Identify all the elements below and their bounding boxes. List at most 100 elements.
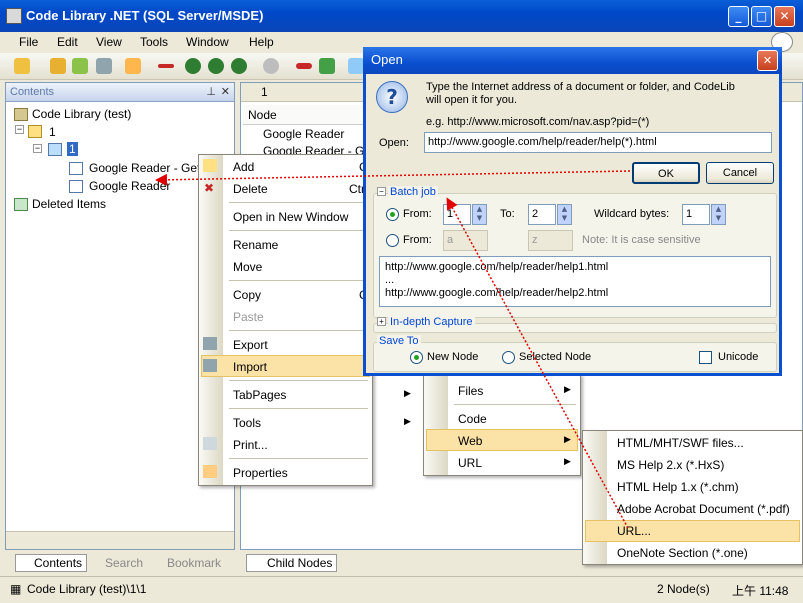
- wildcard-spinner[interactable]: ▲ ▼: [711, 204, 726, 225]
- menu-separator: [229, 202, 368, 203]
- url-preview-list[interactable]: http://www.google.com/help/reader/help1.…: [379, 256, 771, 307]
- menu-view[interactable]: View: [96, 35, 122, 49]
- tree-root[interactable]: Code Library (test): [32, 107, 131, 121]
- menu-separator: [229, 408, 368, 409]
- from-letter-radio[interactable]: [386, 234, 399, 247]
- menu-window[interactable]: Window: [186, 35, 229, 49]
- horizontal-scrollbar[interactable]: [6, 531, 234, 549]
- recycle-icon: [14, 198, 28, 211]
- close-button[interactable]: ✕: [774, 6, 795, 27]
- menu-paste[interactable]: Paste: [233, 310, 264, 324]
- up-icon[interactable]: [231, 58, 247, 74]
- menu-open-new-window[interactable]: Open in New Window: [233, 210, 348, 224]
- collapse-icon[interactable]: −: [15, 125, 24, 134]
- minimize-button[interactable]: _: [728, 6, 749, 27]
- menu-print[interactable]: Print...: [233, 438, 268, 452]
- list-item[interactable]: Google Reader: [263, 127, 344, 141]
- tab-child-nodes[interactable]: Child Nodes: [246, 554, 338, 572]
- tree-leaf-2[interactable]: Google Reader: [89, 179, 170, 193]
- menu-web-pdf[interactable]: Adobe Acrobat Document (*.pdf): [617, 502, 790, 516]
- to-spinner[interactable]: ▲ ▼: [557, 204, 572, 225]
- menu-import-code[interactable]: Code: [458, 412, 487, 426]
- tab-bookmark[interactable]: Bookmark: [151, 556, 221, 570]
- from-letter-field[interactable]: a: [443, 230, 488, 251]
- remove-icon[interactable]: [296, 63, 312, 69]
- menu-web-html[interactable]: HTML/MHT/SWF files...: [617, 436, 744, 450]
- dialog-close-button[interactable]: ✕: [757, 50, 778, 71]
- delete-node-icon[interactable]: [158, 64, 174, 68]
- menu-import-url[interactable]: URL: [458, 456, 482, 470]
- printer-icon: [203, 437, 217, 450]
- from-spinner[interactable]: ▲ ▼: [472, 204, 487, 225]
- menu-web-onenote[interactable]: OneNote Section (*.one): [617, 546, 748, 560]
- menu-separator: [229, 380, 368, 381]
- tree-node-1[interactable]: 1: [49, 125, 56, 139]
- context-menu: Add C ✖ Delete Ctr Open in New Window Re…: [198, 154, 411, 486]
- menu-import-files[interactable]: Files: [458, 384, 483, 398]
- menu-add[interactable]: Add: [233, 160, 254, 174]
- collapse-icon[interactable]: −: [377, 187, 386, 196]
- to-number-field[interactable]: 2: [528, 204, 556, 225]
- contents-panel-header: Contents ⊥ ✕: [6, 83, 234, 102]
- menu-web-mshelp[interactable]: MS Help 2.x (*.HxS): [617, 458, 724, 472]
- tree-leaf-1[interactable]: Google Reader - Gett: [89, 161, 204, 175]
- status-node-count: 2 Node(s): [657, 582, 710, 596]
- menu-web-url[interactable]: URL...: [617, 524, 651, 538]
- save-icon[interactable]: [96, 58, 112, 74]
- maximize-button[interactable]: □: [751, 6, 772, 27]
- menu-gutter: [199, 155, 223, 485]
- panel-close-icon[interactable]: ✕: [221, 85, 230, 98]
- open-folder-icon[interactable]: [50, 58, 66, 74]
- menu-file[interactable]: File: [19, 35, 38, 49]
- from-number-radio[interactable]: [386, 208, 399, 221]
- menu-import-web[interactable]: Web: [458, 434, 482, 448]
- tab-search[interactable]: Search: [89, 556, 143, 570]
- tab-contents[interactable]: Contents: [15, 554, 88, 572]
- pin-icon[interactable]: ⊥: [206, 85, 216, 98]
- menu-help[interactable]: Help: [249, 35, 274, 49]
- menu-rename[interactable]: Rename: [233, 238, 278, 252]
- unicode-checkbox[interactable]: [699, 351, 712, 364]
- menu-gutter: [424, 375, 448, 475]
- document-tab[interactable]: 1: [245, 85, 268, 99]
- batch-job-label: Batch job: [388, 186, 438, 198]
- from-number-field[interactable]: 1: [443, 204, 471, 225]
- menu-properties[interactable]: Properties: [233, 466, 288, 480]
- back-icon[interactable]: [185, 58, 201, 74]
- forward-icon[interactable]: [208, 58, 224, 74]
- new-node-radio[interactable]: [410, 351, 423, 364]
- new-icon[interactable]: [14, 58, 30, 74]
- wildcard-field[interactable]: 1: [682, 204, 710, 225]
- open-url-field[interactable]: http://www.google.com/help/reader/help(*…: [424, 132, 772, 153]
- menu-export[interactable]: Export: [233, 338, 268, 352]
- menu-copy[interactable]: Copy: [233, 288, 261, 302]
- menu-separator: [229, 458, 368, 459]
- expand-icon[interactable]: +: [377, 317, 386, 326]
- tool-icon[interactable]: [348, 58, 364, 74]
- menu-move[interactable]: Move: [233, 260, 262, 274]
- refresh-icon[interactable]: [72, 58, 88, 74]
- menu-edit[interactable]: Edit: [57, 35, 78, 49]
- cancel-button[interactable]: Cancel: [706, 162, 774, 184]
- stop-icon[interactable]: [263, 58, 279, 74]
- menu-delete[interactable]: Delete: [233, 182, 268, 196]
- menu-tools[interactable]: Tools: [140, 35, 168, 49]
- menu-highlight: [201, 355, 370, 377]
- menu-web-chm[interactable]: HTML Help 1.x (*.chm): [617, 480, 739, 494]
- unicode-label: Unicode: [718, 351, 759, 363]
- wildcard-label: Wildcard bytes:: [594, 208, 670, 220]
- menu-import[interactable]: Import: [233, 360, 267, 374]
- column-node: Node: [248, 108, 277, 122]
- to-letter-field[interactable]: z: [528, 230, 573, 251]
- move-icon[interactable]: [319, 58, 335, 74]
- menu-tools[interactable]: Tools: [233, 416, 261, 430]
- menu-gutter: [583, 431, 607, 564]
- menu-tabpages[interactable]: TabPages: [233, 388, 286, 402]
- ok-button[interactable]: OK: [632, 162, 700, 184]
- collapse-icon[interactable]: −: [33, 144, 42, 153]
- selected-node-radio[interactable]: [502, 351, 515, 364]
- question-icon: ?: [376, 81, 408, 113]
- add-node-icon[interactable]: [125, 58, 141, 74]
- tree-node-1-1[interactable]: 1: [67, 142, 78, 156]
- tree-deleted-items[interactable]: Deleted Items: [32, 197, 106, 211]
